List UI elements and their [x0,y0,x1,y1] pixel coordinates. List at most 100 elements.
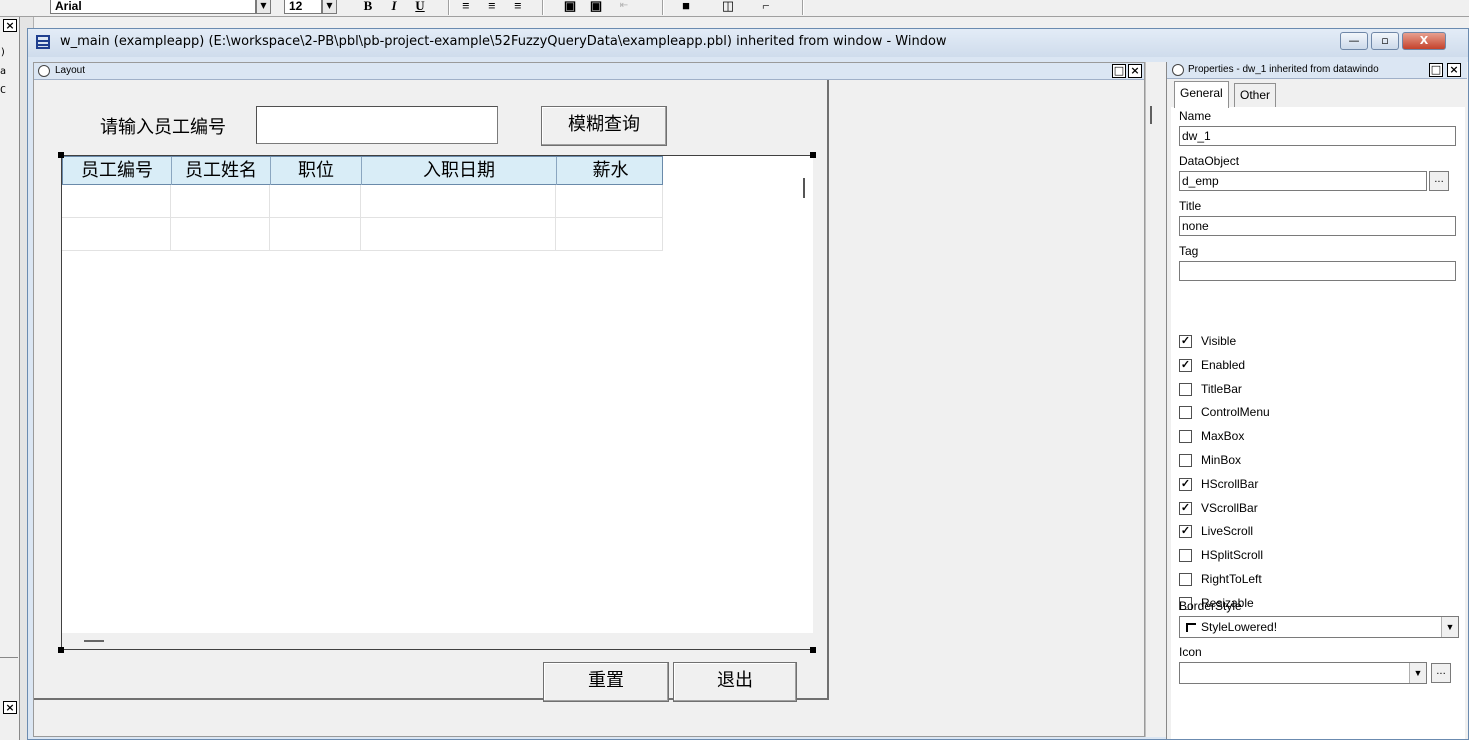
tab-order-icon[interactable]: ⇤ [614,0,634,14]
borderstyle-preview-icon [1186,623,1196,632]
chevron-down-icon[interactable]: ▼ [1441,617,1458,637]
checkbox-label: VScrollBar [1201,500,1258,515]
properties-pane: Properties - dw_1 inherited from datawin… [1166,62,1468,739]
horizontal-scroll-thumb[interactable] [84,640,104,642]
bold-button[interactable]: B [358,0,378,14]
grid-line [62,250,663,251]
layout-pane-titlebar[interactable]: Layout □ × [34,63,1144,80]
datawindow-vertical-scrollbar[interactable] [797,156,813,633]
checkbox-label: Enabled [1201,357,1246,372]
datawindow-header: 员工编号 员工姓名 职位 入职日期 薪水 [62,156,663,185]
datawindow-dw-1[interactable]: 员工编号 员工姓名 职位 入职日期 薪水 [61,155,813,650]
employee-number-label: 请输入员工编号 [100,117,226,138]
checkmark-icon[interactable]: ✓ [1179,501,1192,515]
toolbar-separator [448,0,450,15]
name-label: Name [1179,109,1212,123]
checkbox-label: HSplitScroll [1201,548,1264,563]
checkmark-icon[interactable]: ✓ [1179,335,1192,348]
font-size-dropdown-icon[interactable]: ▼ [322,0,337,14]
properties-close-button[interactable]: × [1447,63,1461,77]
title-field[interactable]: none [1179,216,1456,236]
column-header-position: 职位 [298,160,334,181]
clipped-text: C [0,85,7,96]
grid-line [662,185,663,251]
checkbox-label: MaxBox [1201,429,1245,444]
employee-number-input[interactable] [256,106,498,144]
window-title: w_main (exampleapp) (E:\workspace\2-PB\p… [60,34,947,49]
checkbox-box[interactable] [1179,573,1192,586]
vertical-scroll-thumb[interactable] [803,178,805,198]
underline-button[interactable]: U [410,0,430,14]
align-center-icon[interactable]: ≡ [482,0,502,14]
reset-button[interactable]: 重置 [543,662,669,702]
bring-to-front-icon[interactable]: ▣ [560,0,580,14]
selection-handle[interactable] [810,152,816,158]
tool-icon[interactable]: ⌐ [756,0,776,14]
send-to-back-icon[interactable]: ▣ [586,0,606,14]
window-painter: w_main (exampleapp) (E:\workspace\2-PB\p… [27,28,1469,740]
properties-pane-title: Properties - dw_1 inherited from datawin… [1188,64,1379,75]
layout-restore-button[interactable]: □ [1112,64,1126,78]
exit-button[interactable]: 退出 [673,662,797,702]
minimize-button[interactable]: — [1340,32,1368,50]
properties-titlebar[interactable]: Properties - dw_1 inherited from datawin… [1167,62,1467,79]
clipped-text: ) [0,47,7,58]
clipped-text: a [0,66,7,77]
font-name-combo[interactable]: Arial [50,0,256,14]
layout-pane-title: Layout [55,65,86,76]
chevron-down-icon[interactable]: ▼ [1409,663,1426,683]
datawindow-horizontal-scrollbar[interactable] [62,633,797,649]
checkbox-label: Visible [1201,334,1237,348]
checkmark-icon[interactable]: ✓ [1179,358,1192,372]
checkbox-box[interactable] [1179,430,1192,444]
properties-icon[interactable]: ■ [676,0,696,14]
checkmark-icon[interactable]: ✓ [1179,477,1192,491]
grid-line [170,185,171,251]
align-right-icon[interactable]: ≡ [508,0,528,14]
window-titlebar[interactable]: w_main (exampleapp) (E:\workspace\2-PB\p… [28,29,1468,57]
checkbox-box[interactable] [1179,454,1192,467]
checkbox-box[interactable] [1179,382,1192,396]
tag-field[interactable] [1179,261,1456,281]
icon-dropdown[interactable]: ▼ [1179,662,1427,684]
selection-handle[interactable] [58,647,64,653]
tag-label: Tag [1179,244,1199,258]
name-field[interactable]: dw_1 [1179,126,1456,146]
italic-button[interactable]: I [384,0,404,14]
column-header-name: 员工姓名 [185,160,257,181]
tab-other[interactable]: Other [1234,83,1277,108]
selection-handle[interactable] [810,647,816,653]
icon-label: Icon [1179,645,1202,659]
checkbox-box[interactable] [1179,549,1192,563]
align-left-icon[interactable]: ≡ [456,0,476,14]
checkbox-label: LiveScroll [1201,524,1254,539]
tab-general[interactable]: General [1174,81,1229,108]
properties-restore-button[interactable]: □ [1429,63,1443,77]
dataobject-field[interactable]: d_emp [1179,171,1427,191]
dataobject-label: DataObject [1179,154,1240,168]
script-icon[interactable]: ◫ [718,0,738,14]
formatting-toolbar: Arial ▼ 12 ▼ B I U ≡ ≡ ≡ ▣ ▣ ⇤ ■ ◫ ⌐ [0,0,1469,17]
font-name-dropdown-icon[interactable]: ▼ [256,0,271,14]
layout-close-button[interactable]: × [1128,64,1142,78]
font-size-combo[interactable]: 12 [284,0,322,14]
splitter-grip [1150,106,1152,124]
checkbox-label: TitleBar [1201,381,1242,396]
dataobject-browse-button[interactable]: ... [1429,171,1449,191]
icon-browse-button[interactable]: ... [1431,663,1451,683]
column-header-empno: 员工编号 [81,160,153,181]
selection-handle[interactable] [58,152,64,158]
left-panel-close-icon[interactable]: × [3,19,17,32]
title-label: Title [1179,199,1202,213]
checkbox-box[interactable] [1179,406,1192,420]
toolbar-separator [802,0,804,15]
design-canvas[interactable]: 请输入员工编号 模糊查询 员工编号 员工姓名 职位 入职日期 薪水 重置 退出 [34,80,829,702]
pane-splitter[interactable] [1145,62,1166,737]
close-button[interactable]: X [1402,32,1446,50]
borderstyle-dropdown[interactable]: StyleLowered! ▼ [1179,616,1459,638]
checkbox-label: RightToLeft [1201,572,1262,586]
checkmark-icon[interactable]: ✓ [1179,525,1192,539]
left-panel-close-icon[interactable]: × [3,701,17,714]
fuzzy-query-button[interactable]: 模糊查询 [541,106,667,146]
restore-button[interactable]: ▫ [1371,32,1399,50]
